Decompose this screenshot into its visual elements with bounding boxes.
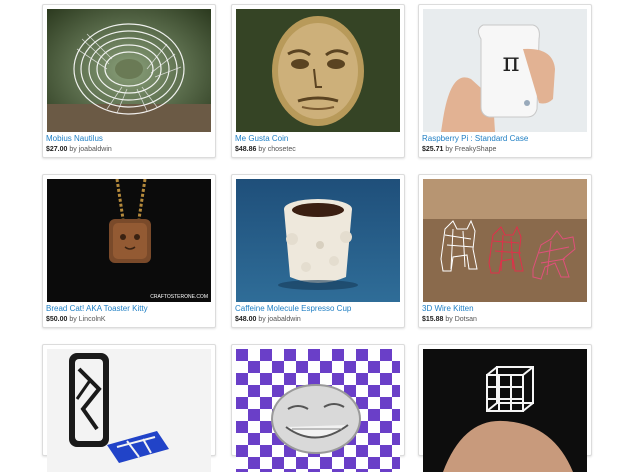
product-meta: $15.88 by Dotsan bbox=[422, 316, 477, 323]
product-meta: $25.71 by FreakyShape bbox=[422, 146, 496, 153]
product-author[interactable]: FreakyShape bbox=[455, 146, 497, 153]
product-price: $27.00 bbox=[46, 146, 68, 153]
product-image-me-gusta-coin[interactable] bbox=[236, 9, 400, 132]
by-label: by bbox=[445, 316, 453, 323]
product-title[interactable]: Caffeine Molecule Espresso Cup bbox=[235, 304, 351, 313]
product-card[interactable]: Caffeine Molecule Espresso Cup $48.00 by… bbox=[231, 174, 405, 328]
product-card[interactable]: Me Gusta Coin $48.86 by chosetec bbox=[231, 4, 405, 158]
product-price: $50.00 bbox=[46, 316, 68, 323]
product-price: $15.88 bbox=[422, 316, 444, 323]
product-card[interactable] bbox=[231, 344, 405, 472]
product-image-wire-kitten[interactable] bbox=[423, 179, 587, 302]
product-image-caffeine-cup[interactable] bbox=[236, 179, 400, 302]
product-image-phone-case[interactable] bbox=[47, 349, 211, 472]
by-label: by bbox=[258, 316, 266, 323]
product-card[interactable]: π Raspberry Pi : Standard Case $25.71 by… bbox=[418, 4, 592, 158]
product-author[interactable]: Dotsan bbox=[455, 316, 477, 323]
product-author[interactable]: joabaldwin bbox=[79, 146, 112, 153]
product-author[interactable]: joabaldwin bbox=[268, 316, 301, 323]
product-card[interactable]: Mobius Nautilus $27.00 by joabaldwin bbox=[42, 4, 216, 158]
product-meta: $27.00 by joabaldwin bbox=[46, 146, 112, 153]
product-author[interactable]: chosetec bbox=[268, 146, 296, 153]
by-label: by bbox=[69, 316, 77, 323]
product-card[interactable] bbox=[418, 344, 592, 472]
product-title[interactable]: Mobius Nautilus bbox=[46, 134, 103, 143]
product-title[interactable]: Bread Cat! AKA Toaster Kitty bbox=[46, 304, 148, 313]
product-card[interactable]: CRAFTOSTERONE.COM Bread Cat! AKA Toaster… bbox=[42, 174, 216, 328]
product-card[interactable] bbox=[42, 344, 216, 472]
watermark: CRAFTOSTERONE.COM bbox=[150, 294, 208, 300]
product-price: $48.00 bbox=[235, 316, 257, 323]
product-title[interactable]: Me Gusta Coin bbox=[235, 134, 288, 143]
product-card[interactable]: 3D Wire Kitten $15.88 by Dotsan bbox=[418, 174, 592, 328]
by-label: by bbox=[258, 146, 266, 153]
product-price: $25.71 bbox=[422, 146, 444, 153]
product-meta: $48.00 by joabaldwin bbox=[235, 316, 301, 323]
product-meta: $50.00 by LincolnK bbox=[46, 316, 106, 323]
by-label: by bbox=[445, 146, 453, 153]
by-label: by bbox=[69, 146, 77, 153]
product-author[interactable]: LincolnK bbox=[79, 316, 106, 323]
product-image-mobius-nautilus[interactable] bbox=[47, 9, 211, 132]
product-meta: $48.86 by chosetec bbox=[235, 146, 296, 153]
product-image-raspberry-pi-case[interactable]: π bbox=[423, 9, 587, 132]
product-image-lattice-cube[interactable] bbox=[423, 349, 587, 472]
product-image-troll-face[interactable] bbox=[236, 349, 400, 472]
product-image-bread-cat[interactable]: CRAFTOSTERONE.COM bbox=[47, 179, 211, 302]
product-title[interactable]: 3D Wire Kitten bbox=[422, 304, 474, 313]
product-title[interactable]: Raspberry Pi : Standard Case bbox=[422, 134, 528, 143]
raspberry-pi-logo: π bbox=[502, 48, 519, 78]
product-price: $48.86 bbox=[235, 146, 257, 153]
